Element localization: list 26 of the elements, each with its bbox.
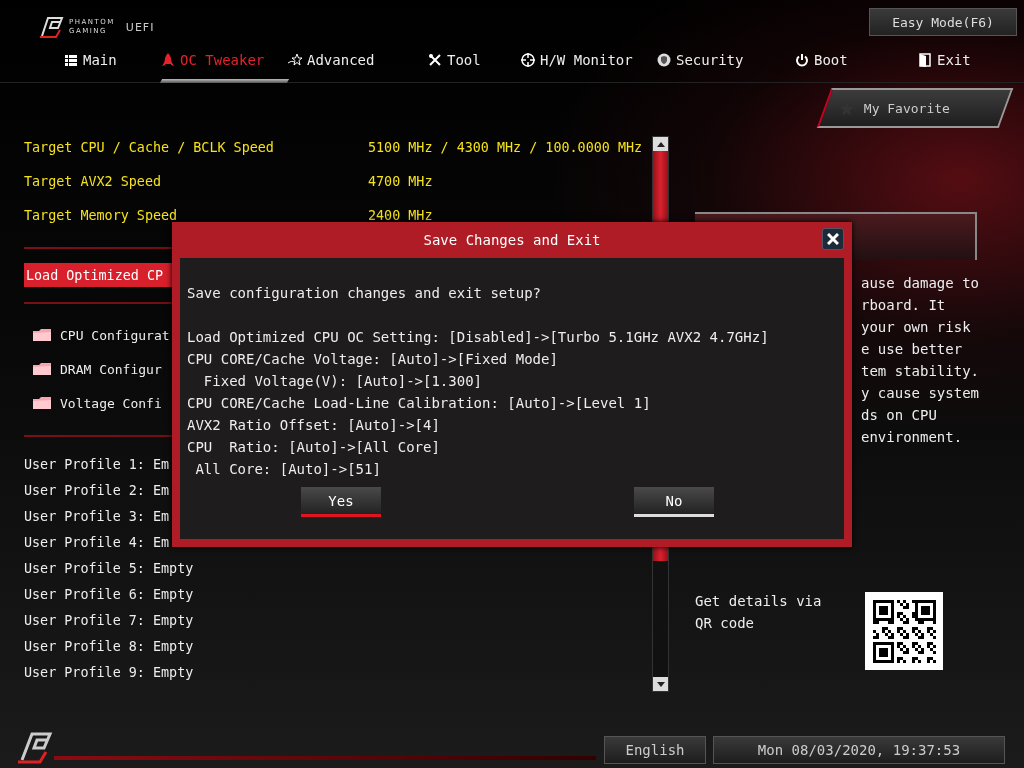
change-line: All Core: [Auto]->[51] [194, 460, 382, 479]
logo-text: UEFI [125, 20, 155, 34]
setting-value: 5100 MHz / 4300 MHz / 100.0000 MHz [368, 139, 643, 155]
change-line: CPU CORE/Cache Voltage: [Auto]->[Fixed Mode] [187, 350, 559, 369]
description-text: ds on CPU [861, 406, 938, 425]
setting-label: Target Memory Speed [24, 207, 179, 223]
change-line: CPU CORE/Cache Load-Line Calibration: [Auto]->[Level 1] [187, 394, 652, 413]
setting-label: Target CPU / Cache / BCLK Speed [24, 139, 275, 155]
description-text: e use better [861, 340, 964, 359]
setting-value: 4700 MHz [368, 173, 433, 189]
setting-value: 2400 MHz [368, 207, 433, 223]
dialog-title: Save Changes and Exit [423, 232, 601, 248]
qr-caption: Get details via QR code [695, 592, 823, 633]
change-line: Fixed Voltage(V): [Auto]->[1.300] [202, 372, 483, 391]
description-text: environment. [861, 428, 964, 447]
description-text: rboard. It [861, 296, 947, 315]
change-line: AVX2 Ratio Offset: [Auto]->[4] [187, 416, 441, 435]
change-line: Load Optimized CPU OC Setting: [Disabled]->[Turbo 5.1GHz AVX2 4.7GHz] [187, 328, 770, 347]
change-line: CPU Ratio: [Auto]->[All Core] [187, 438, 441, 457]
description-text: ause damage to [861, 274, 980, 293]
date-time: Mon 08/03/2020, 19:37:53 [713, 736, 1005, 764]
setting-label: Target AVX2 Speed [24, 173, 163, 189]
dialog-message: Save configuration changes and exit setup? [187, 284, 542, 303]
description-text: tem stability. [861, 362, 980, 381]
description-text: y cause system [861, 384, 980, 403]
description-text: your own risk [861, 318, 972, 337]
